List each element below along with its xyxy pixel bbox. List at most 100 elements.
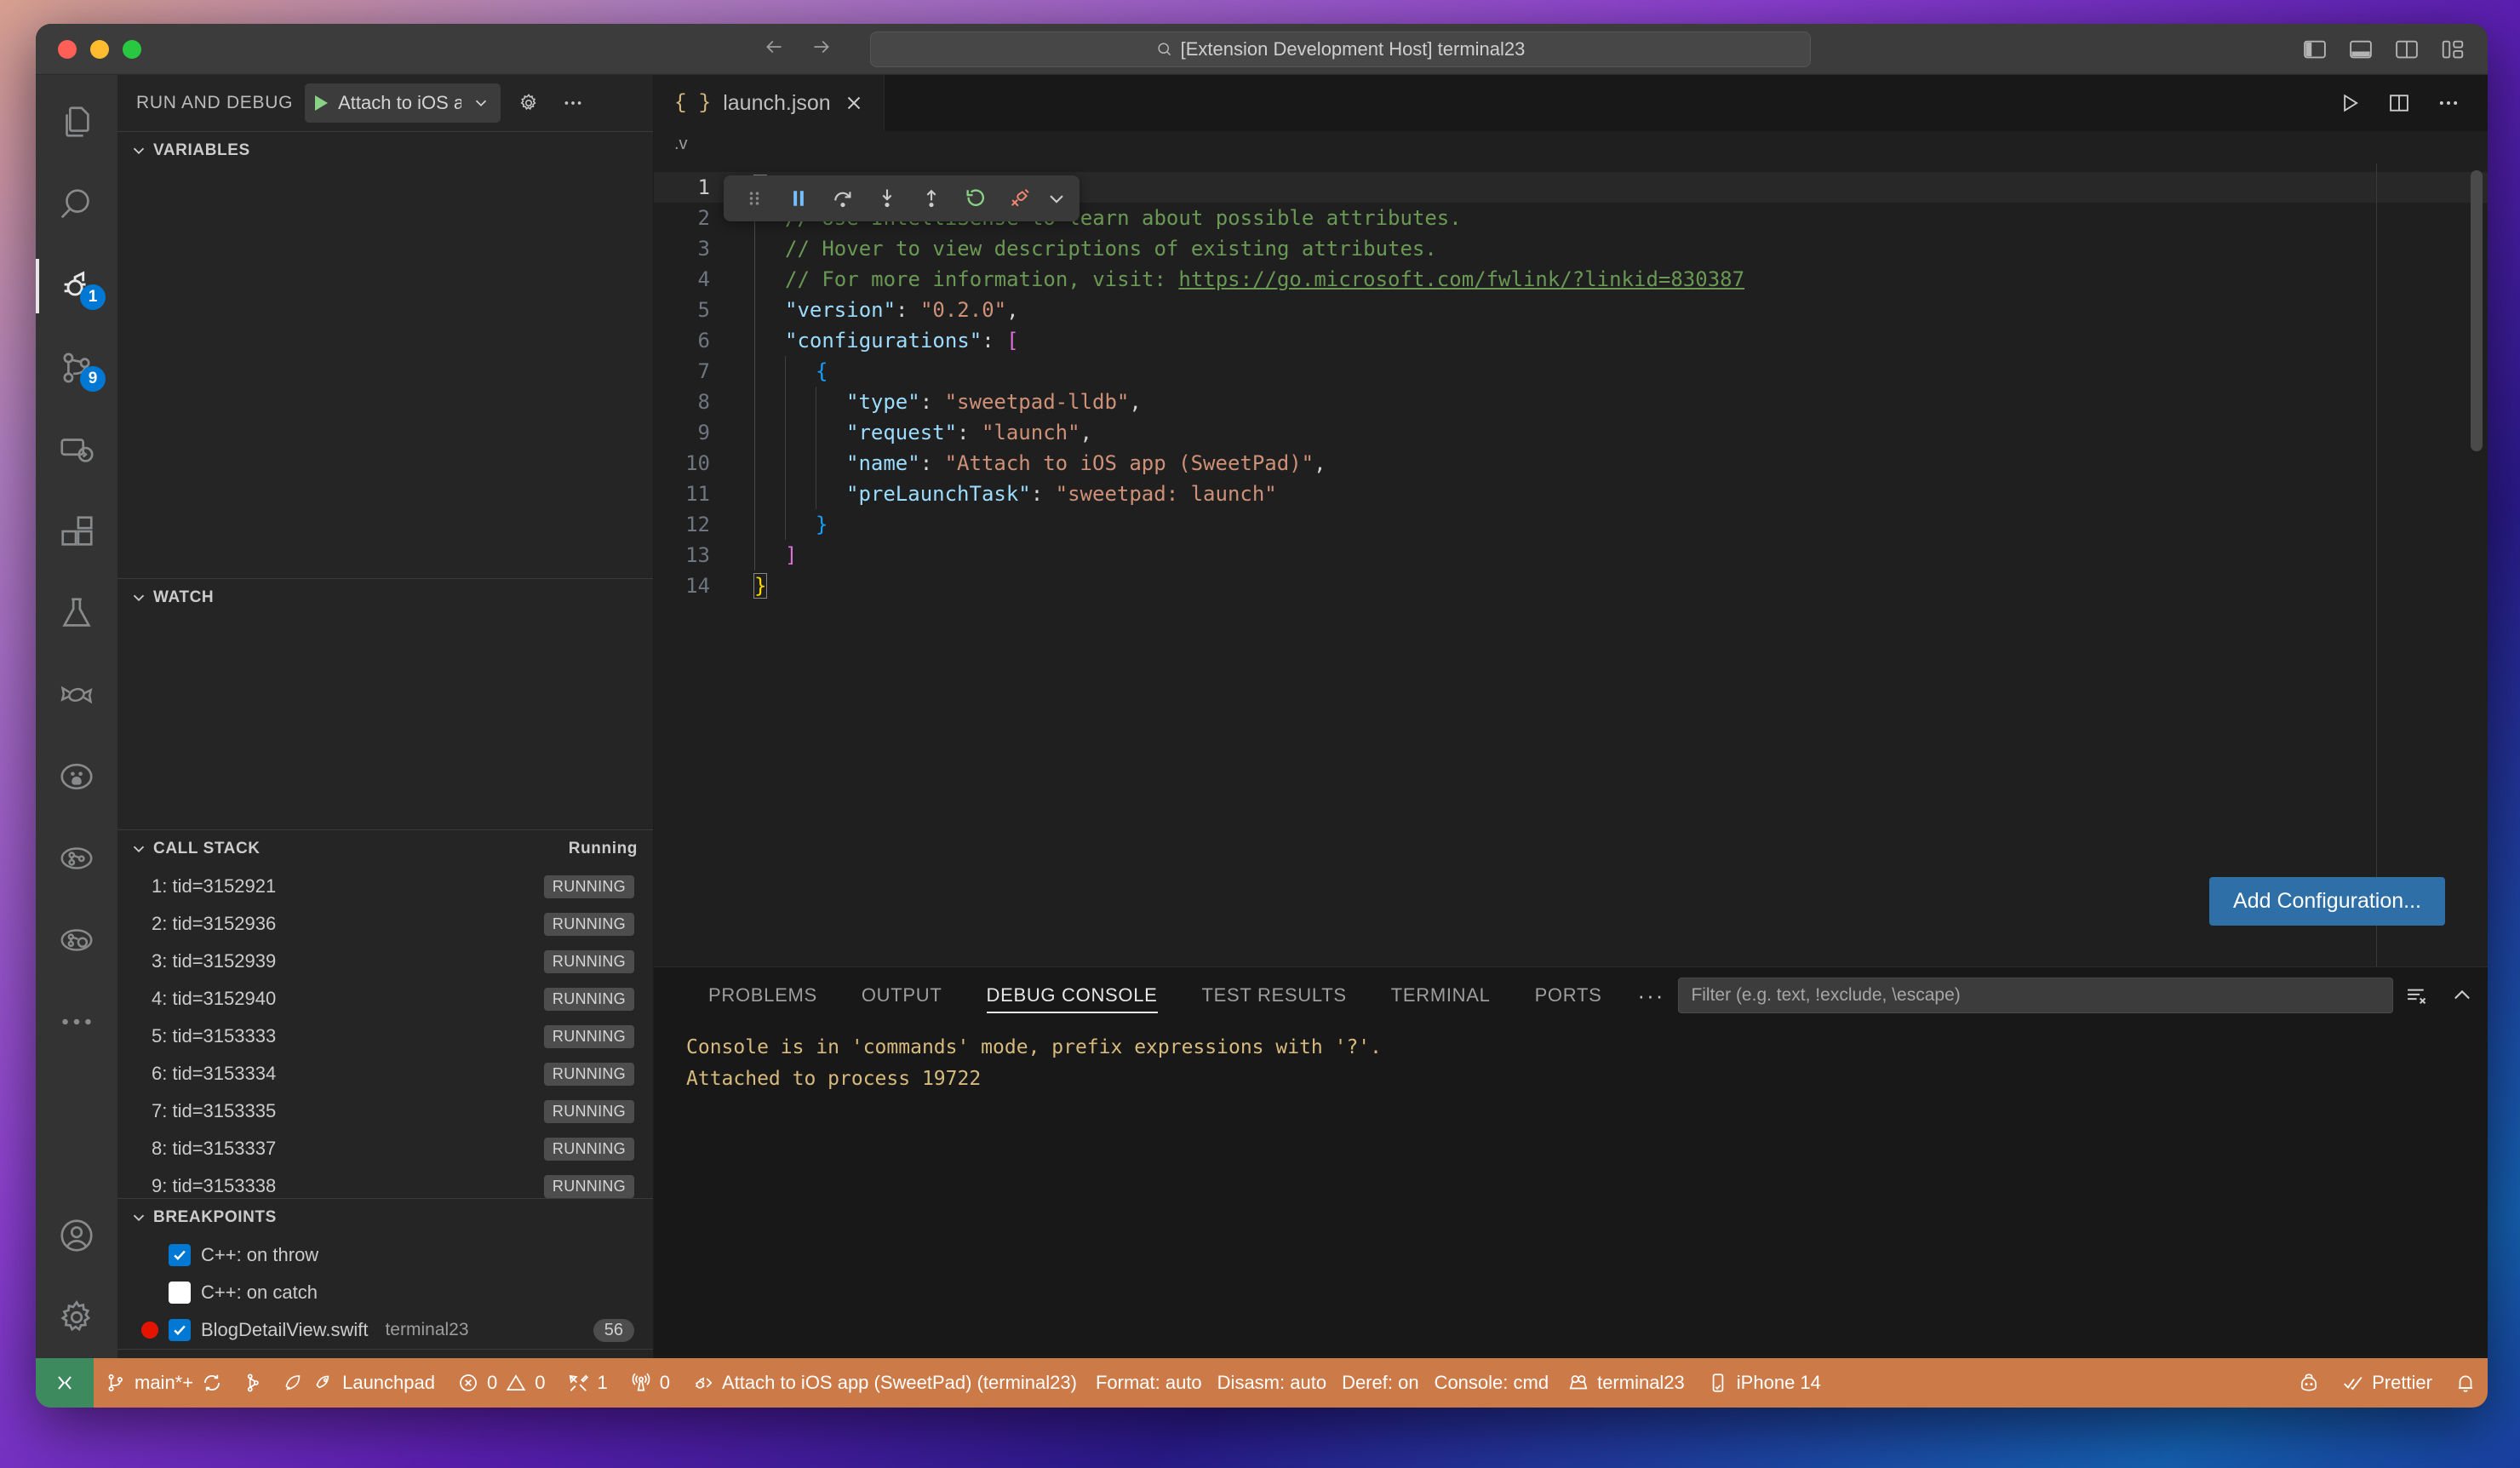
minimize-window-button[interactable] (90, 40, 109, 59)
call-stack-row[interactable]: 2: tid=3152936RUNNING (117, 905, 653, 943)
section-header-call-stack[interactable]: CALL STACK Running (117, 830, 653, 868)
chevron-down-icon[interactable] (472, 94, 490, 112)
breakpoint-row[interactable]: BlogDetailView.swiftterminal2356 (117, 1311, 653, 1349)
debug-step-out-button[interactable] (909, 179, 954, 218)
tab-launch-json[interactable]: { } launch.json (654, 75, 885, 131)
call-stack-row[interactable]: 3: tid=3152939RUNNING (117, 943, 653, 980)
add-configuration-button[interactable]: Add Configuration... (2209, 877, 2445, 926)
status-format[interactable]: Format: auto (1088, 1358, 1210, 1408)
activity-item-graph[interactable] (36, 817, 117, 899)
breakpoint-row[interactable]: C++: on catch (117, 1274, 653, 1311)
remote-window-icon (53, 1371, 77, 1395)
status-build-tools[interactable]: 1 (556, 1358, 618, 1408)
call-stack-row[interactable]: 5: tid=3153333RUNNING (117, 1018, 653, 1055)
collapse-panel-button[interactable] (2439, 976, 2485, 1015)
split-editor-icon[interactable] (2387, 91, 2411, 115)
status-copilot[interactable] (2287, 1358, 2331, 1408)
breakpoint-checkbox[interactable] (169, 1282, 191, 1304)
activity-item-extensions[interactable] (36, 490, 117, 572)
panel-tab-ports[interactable]: PORTS (1513, 967, 1624, 1024)
panel-tab-test-results[interactable]: TEST RESULTS (1180, 967, 1369, 1024)
ellipsis-icon[interactable] (2437, 91, 2460, 115)
close-panel-button[interactable] (2485, 976, 2488, 1015)
call-stack-row[interactable]: 7: tid=3153335RUNNING (117, 1092, 653, 1130)
section-header-watch[interactable]: WATCH (117, 579, 653, 616)
section-header-breakpoints[interactable]: BREAKPOINTS (117, 1199, 653, 1236)
activity-item-explorer[interactable] (36, 82, 117, 163)
activity-item-search[interactable] (36, 163, 117, 245)
breakpoint-row[interactable]: C++: on throw (117, 1236, 653, 1274)
debug-step-into-button[interactable] (865, 179, 909, 218)
call-stack-row[interactable]: 1: tid=3152921RUNNING (117, 868, 653, 905)
run-play-icon[interactable] (2338, 91, 2362, 115)
debug-toolbar-drag-handle[interactable] (732, 179, 776, 218)
status-remote-button[interactable] (36, 1358, 94, 1408)
status-debug-session[interactable]: Attach to iOS app (SweetPad) (terminal23… (681, 1358, 1088, 1408)
status-launchpad[interactable]: Launchpad (272, 1358, 446, 1408)
debug-console-filter-input[interactable] (1678, 978, 2393, 1013)
call-stack-row[interactable]: 9: tid=3153338RUNNING (117, 1167, 653, 1198)
debug-pause-button[interactable] (776, 179, 821, 218)
call-stack-row[interactable]: 6: tid=3153334RUNNING (117, 1055, 653, 1092)
forward-arrow-icon[interactable] (810, 36, 832, 62)
panel-tab-problems[interactable]: PROBLEMS (686, 967, 839, 1024)
activity-item-manage-settings[interactable] (36, 1276, 117, 1358)
debug-disconnect-button[interactable] (998, 179, 1042, 218)
indent-guide (785, 356, 816, 387)
status-disasm[interactable]: Disasm: auto (1210, 1358, 1334, 1408)
toggle-primary-sidebar-icon[interactable] (2302, 37, 2328, 62)
activity-item-remote-explorer[interactable] (36, 409, 117, 490)
open-launch-json-button[interactable] (513, 87, 545, 119)
status-scheme[interactable]: terminal23 (1556, 1358, 1696, 1408)
activity-item-testing[interactable] (36, 572, 117, 654)
toggle-secondary-sidebar-icon[interactable] (2394, 37, 2420, 62)
maximize-window-button[interactable] (123, 40, 141, 59)
status-branch[interactable]: main*+ (94, 1358, 234, 1408)
call-stack-list[interactable]: 1: tid=3152921RUNNING2: tid=3152936RUNNI… (117, 868, 653, 1198)
breakpoint-checkbox[interactable] (169, 1244, 191, 1266)
debug-restart-button[interactable] (954, 179, 998, 218)
breadcrumb[interactable]: .v (674, 135, 688, 154)
start-debugging-icon[interactable] (315, 95, 328, 111)
status-prettier[interactable]: Prettier (2331, 1358, 2443, 1408)
clear-console-button[interactable] (2393, 976, 2439, 1015)
check-icon (171, 1322, 188, 1339)
activity-item-run-and-debug[interactable]: 1 (36, 245, 117, 327)
panel-tab-debug-console[interactable]: DEBUG CONSOLE (965, 967, 1180, 1024)
sidebar-more-actions-button[interactable] (557, 87, 589, 119)
status-source-control-graph[interactable] (234, 1358, 272, 1408)
activity-item-github[interactable] (36, 736, 117, 817)
code-editor[interactable]: 1{2 // Use IntelliSense to learn about p… (654, 163, 2488, 966)
section-header-variables[interactable]: VARIABLES (117, 132, 653, 169)
call-stack-row[interactable]: 4: tid=3152940RUNNING (117, 980, 653, 1018)
status-radio-tower[interactable]: 0 (619, 1358, 681, 1408)
debug-toolbar-more-button[interactable] (1042, 179, 1071, 218)
breakpoint-checkbox[interactable] (169, 1319, 191, 1341)
code-token[interactable]: https://go.microsoft.com/fwlink/?linkid=… (1178, 267, 1744, 291)
close-window-button[interactable] (58, 40, 77, 59)
command-center-search[interactable]: [Extension Development Host] terminal23 (870, 32, 1811, 67)
status-destination[interactable]: iPhone 14 (1696, 1358, 1832, 1408)
panel-tab-terminal[interactable]: TERMINAL (1369, 967, 1513, 1024)
activity-item-sweetpad[interactable] (36, 654, 117, 736)
status-deref[interactable]: Deref: on (1334, 1358, 1427, 1408)
activity-item-source-control[interactable]: 9 (36, 327, 117, 409)
debug-step-over-button[interactable] (821, 179, 865, 218)
activity-item-more[interactable] (36, 981, 117, 1063)
back-arrow-icon[interactable] (764, 36, 786, 62)
activity-item-graph-search[interactable] (36, 899, 117, 981)
status-notifications[interactable] (2443, 1358, 2488, 1408)
sync-icon[interactable] (201, 1372, 223, 1394)
launch-configuration-picker[interactable]: Attach to iOS a (305, 83, 501, 123)
panel-more-tabs-button[interactable]: ··· (1624, 983, 1678, 1009)
activity-item-accounts[interactable] (36, 1195, 117, 1276)
status-console-mode[interactable]: Console: cmd (1427, 1358, 1557, 1408)
status-problems[interactable]: 0 0 (446, 1358, 557, 1408)
line-number: 11 (654, 479, 739, 509)
panel-tab-output[interactable]: OUTPUT (839, 967, 965, 1024)
close-icon[interactable] (843, 92, 865, 114)
customize-layout-icon[interactable] (2440, 37, 2466, 62)
toggle-panel-icon[interactable] (2348, 37, 2374, 62)
editor-scrollbar-thumb[interactable] (2471, 170, 2483, 451)
call-stack-row[interactable]: 8: tid=3153337RUNNING (117, 1130, 653, 1167)
